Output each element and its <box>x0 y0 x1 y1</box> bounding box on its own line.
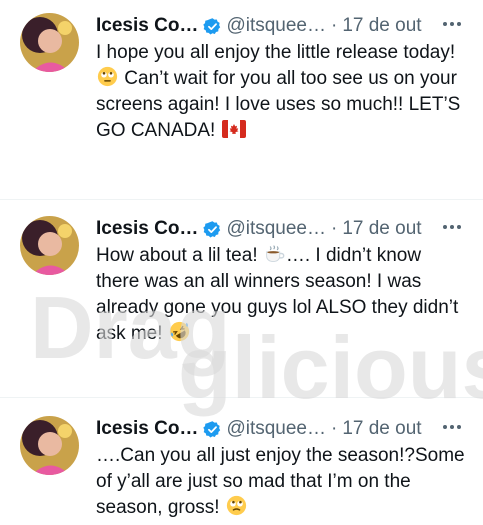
verified-badge-icon <box>203 17 221 34</box>
separator-dot: · <box>331 15 338 36</box>
tweet-text: How about a lil tea! …. I didn’t know th… <box>96 243 468 347</box>
avatar[interactable] <box>20 13 79 72</box>
verified-badge-icon <box>203 220 221 237</box>
user-handle[interactable]: @itsquee… <box>226 218 326 240</box>
display-name[interactable]: Icesis Co… <box>96 15 198 37</box>
timestamp[interactable]: 17 de out <box>342 418 421 440</box>
user-handle[interactable]: @itsquee… <box>226 15 326 37</box>
canada-flag-emoji <box>221 120 246 138</box>
more-options-icon[interactable] <box>439 11 465 37</box>
tweet-divider <box>0 397 483 398</box>
avatar[interactable] <box>20 416 79 475</box>
tweet-text: I hope you all enjoy the little release … <box>96 40 468 144</box>
tweet-text-part: ….Can you all just enjoy the season!?Som… <box>96 445 465 518</box>
tweet-header: Icesis Co… @itsquee… · 17 de out <box>96 13 422 39</box>
verified-badge-icon <box>203 420 221 437</box>
tweet-text-part: I hope you all enjoy the little release … <box>96 42 456 63</box>
tweet-1[interactable]: Icesis Co… @itsquee… · 17 de out I hope … <box>0 13 483 188</box>
tweet-text: ….Can you all just enjoy the season!?Som… <box>96 443 468 521</box>
hot-beverage-emoji <box>266 245 285 262</box>
more-options-icon[interactable] <box>439 414 465 440</box>
timestamp[interactable]: 17 de out <box>342 218 421 240</box>
tweet-2[interactable]: Icesis Co… @itsquee… · 17 de out How abo… <box>0 216 483 391</box>
timestamp[interactable]: 17 de out <box>342 15 421 37</box>
display-name[interactable]: Icesis Co… <box>96 218 198 240</box>
eye-roll-emoji <box>226 495 246 516</box>
tweet-header: Icesis Co… @itsquee… · 17 de out <box>96 416 422 442</box>
tweet-text-part: How about a lil tea! <box>96 245 263 266</box>
avatar[interactable] <box>20 216 79 275</box>
tweet-text-part: Can’t wait for you all too see us on you… <box>96 68 461 141</box>
separator-dot: · <box>331 218 338 239</box>
tweet-header: Icesis Co… @itsquee… · 17 de out <box>96 216 422 242</box>
rofl-emoji <box>169 321 189 342</box>
rolling-eyes-emoji <box>97 66 118 87</box>
separator-dot: · <box>331 418 338 439</box>
more-options-icon[interactable] <box>439 214 465 240</box>
user-handle[interactable]: @itsquee… <box>226 418 326 440</box>
tweet-3[interactable]: Icesis Co… @itsquee… · 17 de out ….Can y… <box>0 416 483 525</box>
tweet-divider <box>0 199 483 200</box>
display-name[interactable]: Icesis Co… <box>96 418 198 440</box>
